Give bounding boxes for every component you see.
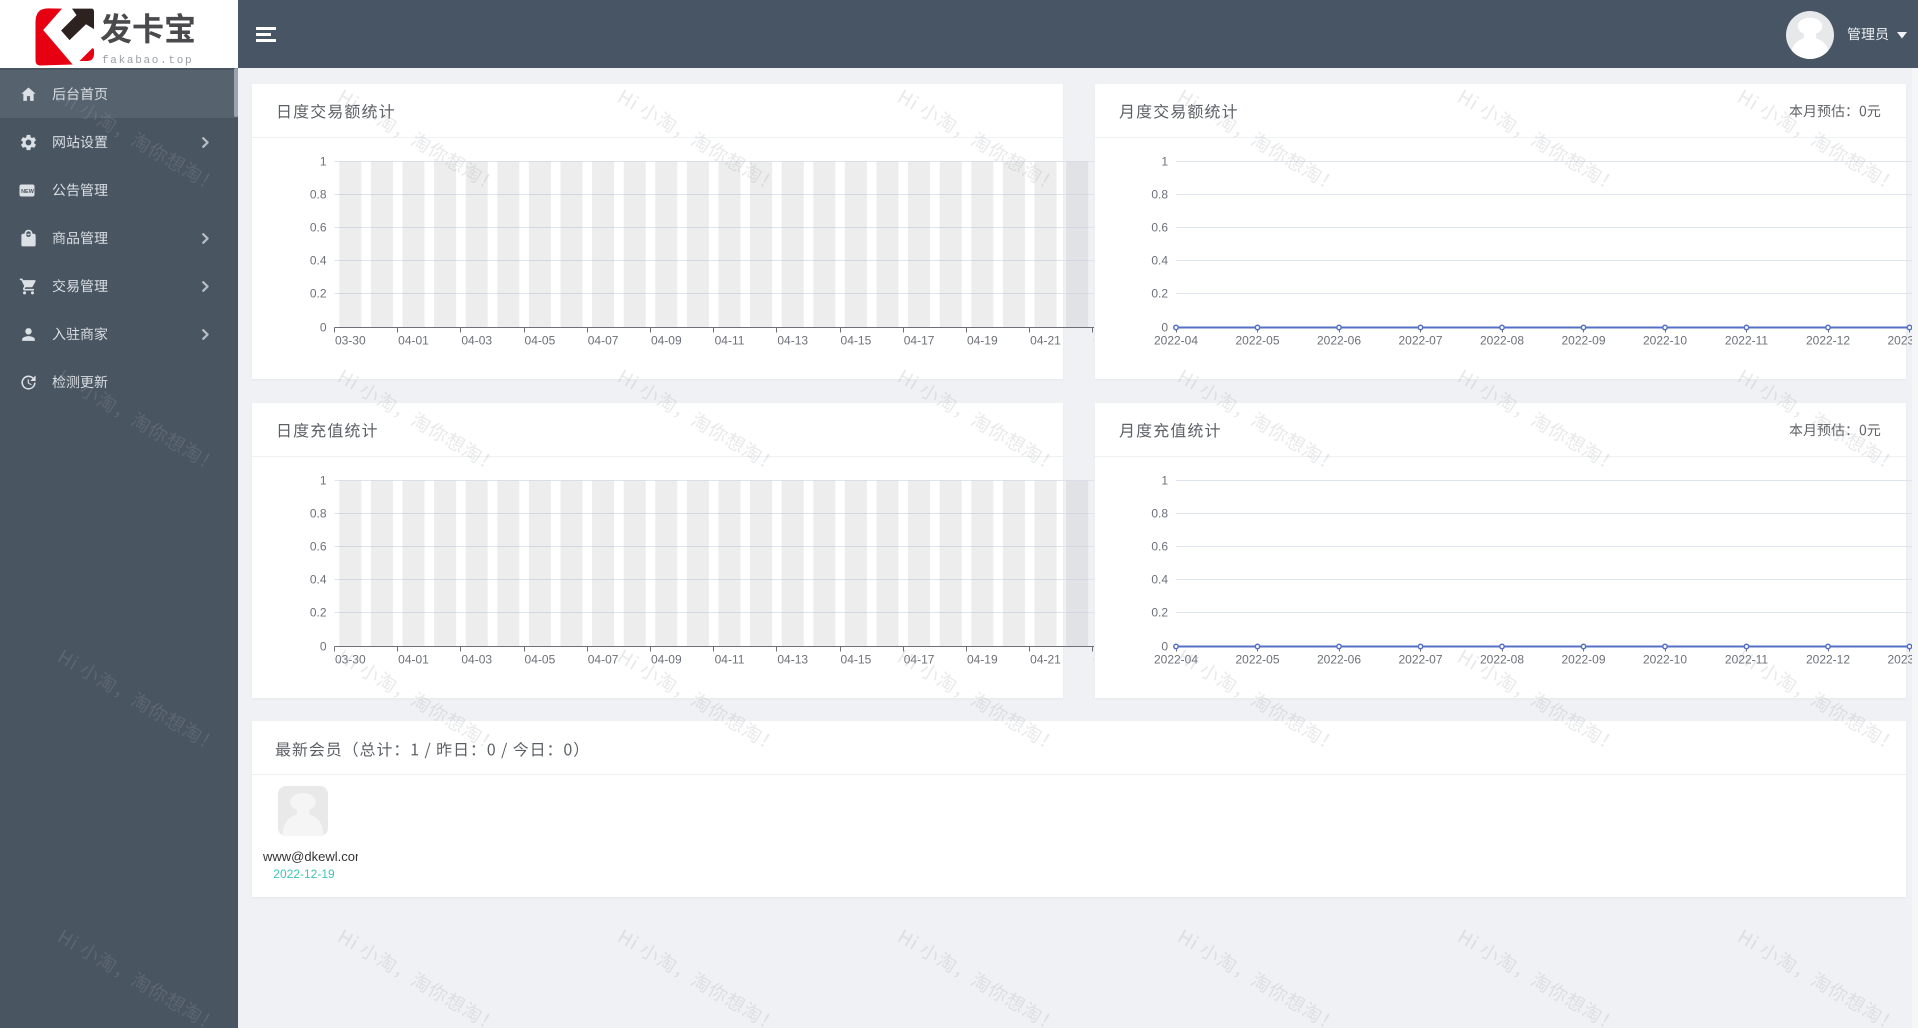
svg-text:1: 1 [1161, 155, 1168, 169]
svg-text:0.8: 0.8 [1151, 188, 1168, 202]
svg-text:0.6: 0.6 [1151, 221, 1168, 235]
svg-text:04-19: 04-19 [967, 653, 998, 667]
svg-text:2022-10: 2022-10 [1643, 334, 1687, 348]
svg-text:2022-09: 2022-09 [1561, 334, 1605, 348]
svg-text:04-17: 04-17 [904, 334, 935, 348]
svg-text:2022-12: 2022-12 [1806, 653, 1850, 667]
svg-text:04-09: 04-09 [651, 653, 682, 667]
svg-text:04-15: 04-15 [841, 334, 872, 348]
svg-text:04-17: 04-17 [904, 653, 935, 667]
svg-text:04-03: 04-03 [461, 334, 492, 348]
svg-text:0.8: 0.8 [310, 188, 327, 202]
svg-text:0.8: 0.8 [1151, 507, 1168, 521]
svg-text:04-15: 04-15 [841, 653, 872, 667]
svg-text:04-19: 04-19 [967, 334, 998, 348]
svg-text:04-11: 04-11 [715, 653, 745, 667]
svg-text:04-03: 04-03 [461, 653, 492, 667]
svg-text:NEW: NEW [21, 189, 35, 195]
svg-text:0.2: 0.2 [1151, 606, 1168, 620]
svg-text:2022-12: 2022-12 [1806, 334, 1850, 348]
svg-text:2022-05: 2022-05 [1235, 334, 1279, 348]
svg-text:03-30: 03-30 [335, 653, 366, 667]
svg-text:0: 0 [1161, 640, 1168, 654]
svg-text:0.4: 0.4 [310, 573, 327, 587]
svg-text:0.4: 0.4 [1151, 254, 1168, 268]
svg-text:2022-11: 2022-11 [1725, 334, 1768, 348]
svg-text:04-05: 04-05 [525, 334, 556, 348]
svg-text:2022-05: 2022-05 [1235, 653, 1279, 667]
svg-text:04-01: 04-01 [398, 334, 429, 348]
svg-text:04-05: 04-05 [525, 653, 556, 667]
svg-text:2022-06: 2022-06 [1317, 334, 1361, 348]
svg-text:04-13: 04-13 [777, 653, 808, 667]
svg-text:1: 1 [320, 474, 327, 488]
svg-text:04-01: 04-01 [398, 653, 429, 667]
svg-text:04-11: 04-11 [715, 334, 745, 348]
svg-text:0.2: 0.2 [1151, 287, 1168, 301]
svg-text:0.4: 0.4 [1151, 573, 1168, 587]
svg-text:04-09: 04-09 [651, 334, 682, 348]
svg-text:0.6: 0.6 [310, 540, 327, 554]
svg-text:0.6: 0.6 [310, 221, 327, 235]
svg-text:04-07: 04-07 [588, 653, 619, 667]
svg-text:2022-10: 2022-10 [1643, 653, 1687, 667]
svg-text:0.2: 0.2 [310, 287, 327, 301]
svg-text:2022-11: 2022-11 [1725, 653, 1768, 667]
svg-text:0: 0 [1161, 321, 1168, 335]
svg-text:0: 0 [320, 321, 327, 335]
svg-text:1: 1 [320, 155, 327, 169]
svg-text:2022-04: 2022-04 [1154, 653, 1198, 667]
svg-text:04-23: 04-23 [1093, 653, 1094, 667]
svg-text:04-23: 04-23 [1093, 334, 1094, 348]
svg-text:0.4: 0.4 [310, 254, 327, 268]
svg-text:0.6: 0.6 [1151, 540, 1168, 554]
svg-text:04-21: 04-21 [1030, 334, 1061, 348]
svg-text:2022-07: 2022-07 [1398, 653, 1442, 667]
svg-text:2022-09: 2022-09 [1561, 653, 1605, 667]
svg-text:04-13: 04-13 [777, 334, 808, 348]
svg-text:03-30: 03-30 [335, 334, 366, 348]
svg-text:0.8: 0.8 [310, 507, 327, 521]
svg-text:2022-04: 2022-04 [1154, 334, 1198, 348]
svg-text:0: 0 [320, 640, 327, 654]
svg-text:2022-06: 2022-06 [1317, 653, 1361, 667]
svg-text:2022-07: 2022-07 [1398, 334, 1442, 348]
svg-text:2022-08: 2022-08 [1480, 653, 1524, 667]
svg-text:04-07: 04-07 [588, 334, 619, 348]
svg-text:2022-08: 2022-08 [1480, 334, 1524, 348]
svg-text:04-21: 04-21 [1030, 653, 1061, 667]
svg-text:1: 1 [1161, 474, 1168, 488]
svg-text:0.2: 0.2 [310, 606, 327, 620]
